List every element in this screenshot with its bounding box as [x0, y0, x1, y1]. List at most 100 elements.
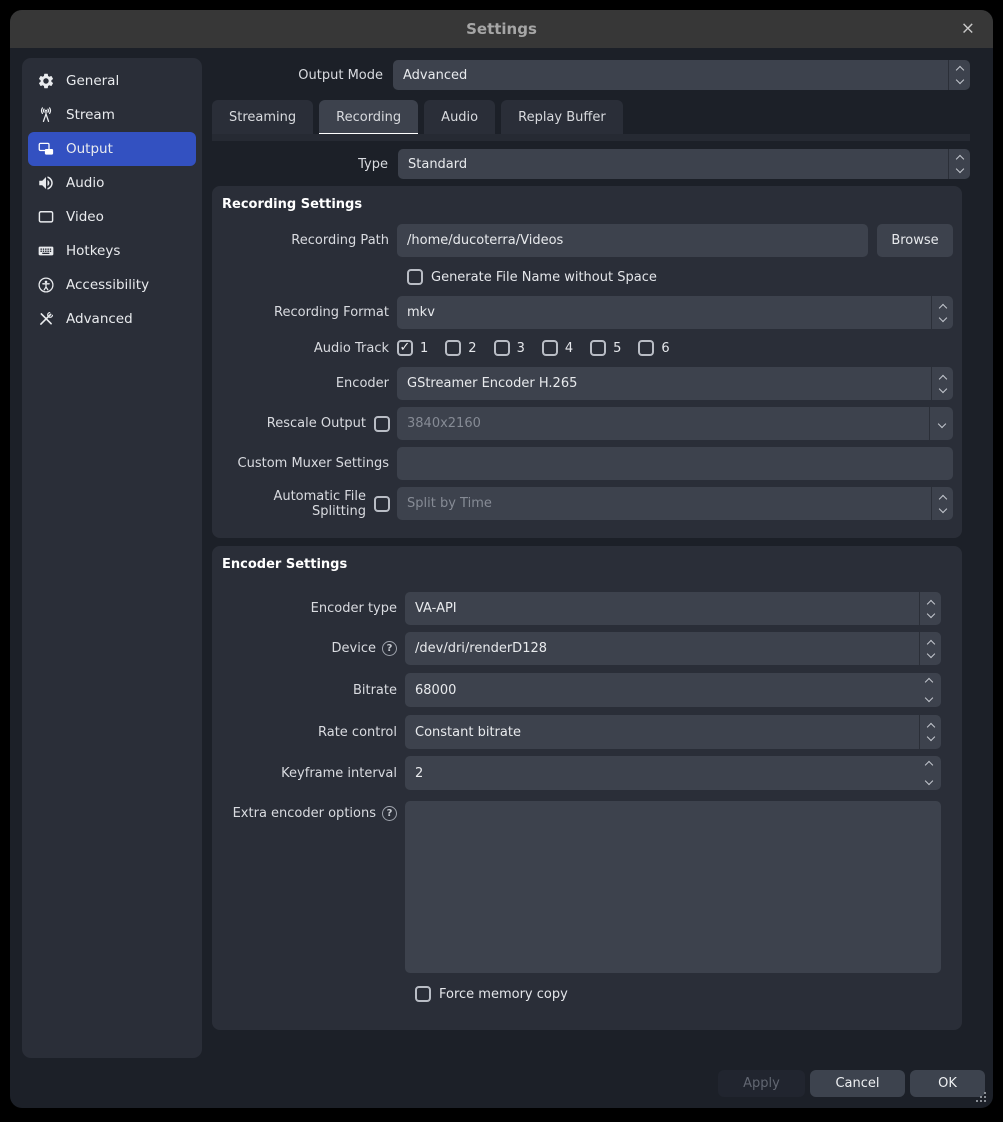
output-displays-icon [37, 140, 55, 158]
chevron-updown-icon [931, 296, 953, 329]
resize-grip[interactable] [974, 1091, 987, 1104]
output-mode-label: Output Mode [212, 68, 383, 83]
spin-down-icon[interactable] [925, 777, 933, 785]
custom-muxer-input[interactable] [397, 447, 953, 480]
spin-up-icon[interactable] [925, 761, 933, 769]
sidebar-item-label: Output [66, 141, 113, 157]
encoder-type-label: Encoder type [222, 601, 397, 616]
encoder-dropdown[interactable]: GStreamer Encoder H.265 [397, 367, 953, 400]
device-label: Device [332, 641, 376, 656]
keyframe-interval-label: Keyframe interval [222, 766, 397, 781]
bitrate-row: Bitrate 68000 [222, 673, 941, 707]
sidebar-item-label: Audio [66, 175, 104, 191]
rate-control-label: Rate control [222, 725, 397, 740]
recording-path-input[interactable] [397, 224, 868, 257]
chevron-updown-icon [919, 715, 941, 749]
audio-track-5-checkbox[interactable]: ✓ [590, 340, 606, 356]
audio-track-4-checkbox[interactable]: ✓ [542, 340, 558, 356]
output-mode-row: Output Mode Advanced [212, 60, 970, 90]
encoder-type-dropdown[interactable]: VA-API [405, 592, 941, 625]
audio-track-label: Audio Track [222, 341, 389, 356]
apply-button[interactable]: Apply [718, 1070, 805, 1097]
generate-no-space-label: Generate File Name without Space [431, 270, 657, 285]
audio-track-1-checkbox[interactable]: ✓ [397, 340, 413, 356]
audio-track-3-checkbox[interactable]: ✓ [494, 340, 510, 356]
sidebar-item-hotkeys[interactable]: Hotkeys [28, 234, 196, 268]
tab-streaming[interactable]: Streaming [212, 100, 313, 135]
auto-split-checkbox[interactable]: ✓ [374, 496, 390, 512]
custom-muxer-input-wrap [397, 447, 953, 480]
sidebar-item-video[interactable]: Video [28, 200, 196, 234]
tab-replay-buffer[interactable]: Replay Buffer [501, 100, 623, 135]
chevron-updown-icon [948, 149, 970, 179]
sidebar-item-audio[interactable]: Audio [28, 166, 196, 200]
cancel-button[interactable]: Cancel [810, 1070, 905, 1097]
sidebar-item-accessibility[interactable]: Accessibility [28, 268, 196, 302]
rescale-output-checkbox[interactable]: ✓ [374, 416, 390, 432]
rescale-output-label: Rescale Output [222, 416, 366, 431]
device-row: Device? /dev/dri/renderD128 [222, 632, 941, 665]
titlebar[interactable]: Settings × [10, 10, 993, 48]
type-row: Type Standard [212, 149, 970, 179]
sidebar: General Stream Output Audio Video Hotkey… [22, 58, 202, 1058]
recording-settings-group: Recording Settings Recording Path Browse… [212, 186, 962, 538]
encoder-settings-title: Encoder Settings [222, 546, 941, 572]
force-memory-copy-checkbox[interactable]: ✓ [415, 986, 431, 1002]
sidebar-item-label: Hotkeys [66, 243, 120, 259]
type-dropdown[interactable]: Standard [398, 149, 970, 179]
audio-track-6-checkbox[interactable]: ✓ [638, 340, 654, 356]
chevron-updown-icon [948, 60, 970, 90]
tab-bar: Streaming Recording Audio Replay Buffer [212, 100, 623, 135]
spin-up-icon[interactable] [925, 678, 933, 686]
chevron-updown-icon [931, 367, 953, 400]
sidebar-item-label: Advanced [66, 311, 133, 327]
spin-down-icon[interactable] [925, 694, 933, 702]
sidebar-item-advanced[interactable]: Advanced [28, 302, 196, 336]
sidebar-item-output[interactable]: Output [28, 132, 196, 166]
rate-control-dropdown[interactable]: Constant bitrate [405, 715, 941, 749]
encoder-label: Encoder [222, 376, 389, 391]
custom-muxer-row: Custom Muxer Settings [222, 447, 953, 480]
rate-control-row: Rate control Constant bitrate [222, 715, 941, 749]
crossed-tools-icon [37, 310, 55, 328]
device-dropdown[interactable]: /dev/dri/renderD128 [405, 632, 941, 665]
bitrate-spinbox[interactable]: 68000 [405, 673, 941, 707]
recording-path-row: Recording Path Browse [222, 224, 953, 257]
rescale-resolution-dropdown[interactable]: 3840x2160 [397, 407, 953, 440]
extra-options-label: Extra encoder options [233, 806, 376, 821]
encoder-row: Encoder GStreamer Encoder H.265 [222, 367, 953, 400]
custom-muxer-label: Custom Muxer Settings [222, 456, 389, 471]
help-icon[interactable]: ? [382, 806, 397, 821]
encoder-type-row: Encoder type VA-API [222, 592, 941, 625]
audio-track-2-checkbox[interactable]: ✓ [445, 340, 461, 356]
help-icon[interactable]: ? [382, 641, 397, 656]
keyframe-interval-spinbox[interactable]: 2 [405, 756, 941, 790]
close-icon[interactable]: × [961, 21, 975, 38]
generate-no-space-checkbox[interactable]: ✓ [407, 269, 423, 285]
encoder-settings-group: Encoder Settings Encoder type VA-API Dev… [212, 546, 962, 1030]
tab-audio[interactable]: Audio [424, 100, 495, 135]
recording-format-dropdown[interactable]: mkv [397, 296, 953, 329]
output-mode-dropdown[interactable]: Advanced [393, 60, 970, 90]
extra-options-textarea[interactable] [405, 801, 941, 973]
sidebar-item-label: General [66, 73, 119, 89]
auto-split-row: Automatic File Splitting ✓ Split by Time [222, 487, 953, 520]
sidebar-item-general[interactable]: General [28, 64, 196, 98]
broadcast-antenna-icon [37, 106, 55, 124]
chevron-updown-icon [931, 487, 953, 520]
monitor-icon [37, 208, 55, 226]
auto-split-dropdown[interactable]: Split by Time [397, 487, 953, 520]
keyframe-interval-row: Keyframe interval 2 [222, 756, 941, 790]
force-memory-copy-label: Force memory copy [439, 987, 568, 1002]
gear-icon [37, 72, 55, 90]
bitrate-label: Bitrate [222, 683, 397, 698]
speaker-icon [37, 174, 55, 192]
sidebar-item-stream[interactable]: Stream [28, 98, 196, 132]
recording-format-row: Recording Format mkv [222, 296, 953, 329]
window-title: Settings [466, 20, 537, 38]
type-label: Type [212, 157, 388, 172]
tab-recording[interactable]: Recording [319, 100, 418, 135]
browse-button[interactable]: Browse [877, 224, 953, 257]
extra-options-textarea-wrap [405, 801, 941, 973]
sidebar-item-label: Stream [66, 107, 115, 123]
